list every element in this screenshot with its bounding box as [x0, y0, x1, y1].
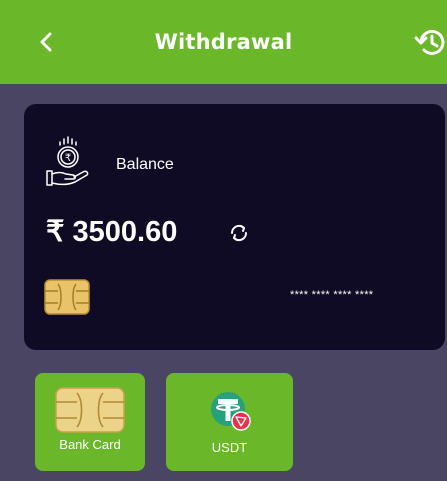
page-title: Withdrawal [154, 30, 293, 54]
svg-text:₹: ₹ [65, 153, 71, 164]
header-bar: Withdrawal [0, 0, 447, 84]
sim-chip-icon [55, 387, 125, 433]
history-icon [414, 29, 445, 55]
bank-card-option[interactable]: Bank Card [35, 373, 145, 471]
masked-card-number: **** **** **** **** [290, 289, 374, 301]
balance-card: ₹ Balance ₹ 3500.60 **** **** **** **** [24, 104, 445, 350]
tether-icon [211, 392, 251, 431]
sim-chip-icon [44, 279, 90, 315]
balance-amount: ₹ 3500.60 [46, 216, 178, 248]
usdt-option[interactable]: USDT [166, 373, 293, 471]
usdt-label: USDT [211, 440, 248, 455]
history-button[interactable] [413, 23, 447, 61]
hand-coin-icon: ₹ [46, 136, 89, 186]
balance-label: Balance [116, 156, 174, 173]
refresh-icon[interactable] [228, 222, 250, 244]
bank-card-label: Bank Card [59, 437, 121, 452]
